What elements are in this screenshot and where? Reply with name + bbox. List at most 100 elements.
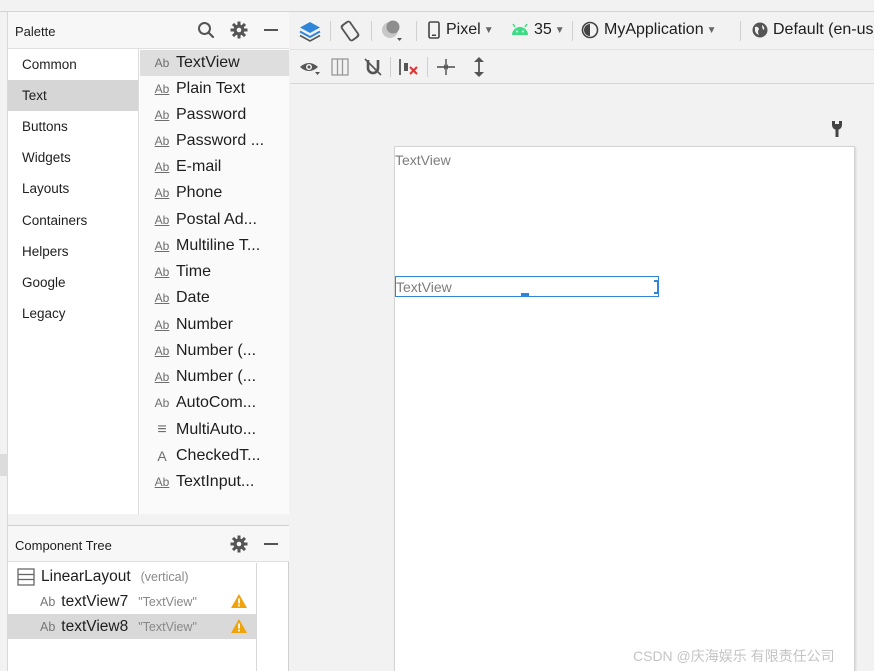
warning-icon[interactable] [230, 593, 248, 609]
edittext-icon: Ab [154, 344, 170, 358]
tree-node-text: "TextView" [138, 594, 197, 609]
palette-item-autocomplete[interactable]: Ab AutoCom... [140, 390, 289, 416]
toolbar-separator [572, 21, 573, 41]
preview-textview8-selected[interactable]: TextView [395, 276, 659, 297]
palette-item-email[interactable]: Ab E-mail [140, 154, 289, 180]
palette-item-number-signed[interactable]: Ab Number (... [140, 338, 289, 364]
palette-categories: Common Text Buttons Widgets Layouts Cont… [8, 49, 139, 514]
palette-item-multiautocomplete[interactable]: ≡ MultiAuto... [140, 417, 289, 443]
tree-node-textview8[interactable]: Ab textView8 "TextView" [8, 614, 256, 639]
palette-item-checkedtextview[interactable]: A CheckedT... [140, 443, 289, 469]
textview-icon: Ab [40, 619, 56, 634]
edittext-icon: Ab [154, 265, 170, 279]
layers-icon[interactable] [298, 19, 322, 43]
magnet-off-icon[interactable] [363, 57, 383, 77]
columns-icon[interactable] [331, 58, 349, 76]
edittext-icon: Ab [154, 134, 170, 148]
theme-selector[interactable]: MyApplication ▼ [581, 21, 717, 39]
palette-item-multiline-text[interactable]: Ab Multiline T... [140, 233, 289, 259]
tree-node-textview7[interactable]: Ab textView7 "TextView" [8, 589, 256, 614]
globe-icon [751, 21, 769, 39]
edittext-icon: Ab [154, 291, 170, 305]
gear-icon[interactable] [229, 20, 249, 40]
component-tree-body: LinearLayout (vertical) Ab textView7 "Te… [8, 563, 257, 671]
locale-label: Default (en-us) [773, 21, 874, 38]
device-label: Pixel [446, 21, 481, 38]
category-layouts[interactable]: Layouts [8, 173, 138, 204]
preview-textview8-text: TextView [396, 279, 452, 295]
palette-item-password-numeric[interactable]: Ab Password ... [140, 128, 289, 154]
palette-item-textinputlayout[interactable]: Ab TextInput... [140, 469, 289, 495]
locale-selector[interactable]: Default (en-us) [751, 21, 874, 39]
palette-title: Palette [15, 24, 56, 39]
chevron-down-icon: ▼ [483, 24, 494, 36]
palette-item-label: Multiline T... [176, 237, 261, 254]
palette-item-time[interactable]: Ab Time [140, 259, 289, 285]
component-tree-title: Component Tree [15, 538, 112, 553]
wrench-icon[interactable] [830, 120, 844, 143]
theme-icon [581, 21, 599, 39]
design-subtoolbar [290, 50, 874, 84]
palette-item-label: E-mail [176, 158, 222, 175]
palette-item-phone[interactable]: Ab Phone [140, 180, 289, 206]
layout-preview-canvas[interactable]: TextView TextView [394, 146, 855, 671]
palette-item-label: Time [176, 263, 211, 280]
tree-node-orientation: (vertical) [140, 569, 189, 584]
search-icon[interactable] [196, 20, 216, 40]
palette-item-number-decimal[interactable]: Ab Number (... [140, 364, 289, 390]
category-buttons[interactable]: Buttons [8, 111, 138, 142]
minimize-icon[interactable] [261, 534, 281, 554]
palette-item-label: Number [176, 316, 233, 333]
category-legacy[interactable]: Legacy [8, 298, 138, 329]
toolbar-separator [330, 21, 331, 41]
api-level-label: 35 [534, 21, 552, 38]
resize-handle-right[interactable] [654, 280, 659, 294]
textinputlayout-icon: Ab [154, 475, 170, 489]
device-selector[interactable]: Pixel ▼ [428, 21, 494, 39]
orientation-icon[interactable] [338, 19, 362, 43]
category-google[interactable]: Google [8, 267, 138, 298]
preview-textview7[interactable]: TextView [395, 152, 451, 168]
palette-item-password[interactable]: Ab Password [140, 102, 289, 128]
night-mode-icon[interactable] [380, 20, 404, 42]
palette-item-label: Postal Ad... [176, 211, 257, 228]
toolbar-separator [371, 21, 372, 41]
phone-icon [428, 21, 440, 39]
palette-header: Palette [8, 12, 289, 49]
edittext-icon: Ab [154, 82, 170, 96]
android-icon [511, 23, 529, 37]
textview-icon: Ab [154, 56, 170, 70]
category-text[interactable]: Text [8, 80, 138, 111]
gear-icon[interactable] [229, 534, 249, 554]
category-common[interactable]: Common [8, 49, 138, 80]
android-studio-layout-editor: Palette Common Text Buttons Widgets Layo… [0, 0, 874, 671]
multiautocomplete-icon: ≡ [157, 421, 167, 438]
palette-item-date[interactable]: Ab Date [140, 285, 289, 311]
api-level-selector[interactable]: 35 ▼ [511, 21, 565, 39]
edittext-icon: Ab [154, 370, 170, 384]
tree-node-name: textView7 [61, 592, 129, 610]
palette-item-plain-text[interactable]: Ab Plain Text [140, 76, 289, 102]
expand-vertical-icon[interactable] [472, 57, 486, 77]
category-helpers[interactable]: Helpers [8, 236, 138, 267]
category-widgets[interactable]: Widgets [8, 142, 138, 173]
top-strip [0, 0, 874, 12]
palette-item-label: MultiAuto... [176, 421, 257, 438]
eye-icon[interactable] [299, 58, 321, 76]
warning-icon[interactable] [230, 618, 248, 634]
clear-constraints-icon[interactable] [397, 57, 419, 77]
palette-item-number[interactable]: Ab Number [140, 312, 289, 338]
palette-item-postal-address[interactable]: Ab Postal Ad... [140, 207, 289, 233]
category-containers[interactable]: Containers [8, 205, 138, 236]
tree-node-text: "TextView" [138, 619, 197, 634]
resize-handle-bottom[interactable] [521, 293, 529, 297]
palette-item-textview[interactable]: Ab TextView [140, 50, 289, 76]
minimize-icon[interactable] [261, 20, 281, 40]
toolbar-separator [390, 57, 391, 77]
pack-horizontal-icon[interactable] [436, 58, 456, 76]
tree-node-linearlayout[interactable]: LinearLayout (vertical) [8, 564, 256, 589]
toolbar-separator [416, 21, 417, 41]
theme-label: MyApplication [604, 21, 704, 38]
left-tool-marker[interactable] [0, 454, 8, 476]
palette-item-label: Phone [176, 184, 223, 201]
